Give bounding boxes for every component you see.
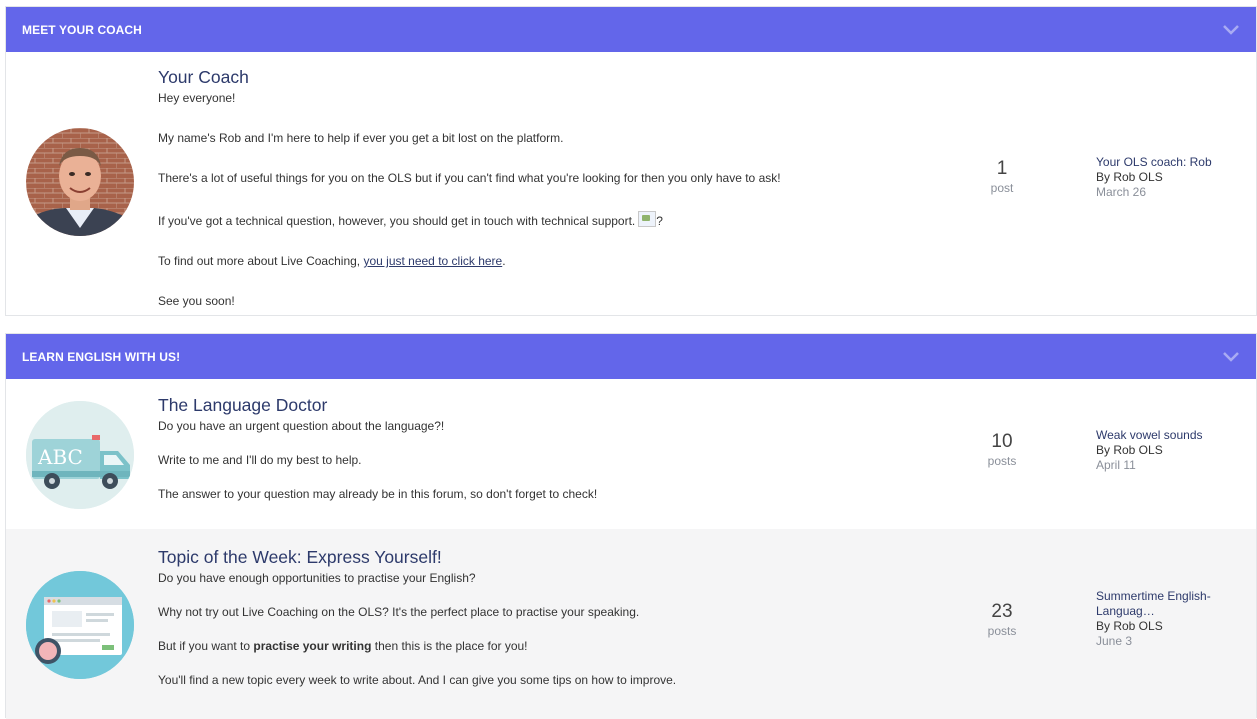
last-post-title-link[interactable]: Summertime English- Languag… bbox=[1096, 589, 1236, 619]
post-count-label: post bbox=[990, 181, 1014, 195]
forum-row-topic-of-week: Topic of the Week: Express Yourself! Do … bbox=[6, 529, 1256, 719]
post-count: 10 posts bbox=[956, 431, 1048, 469]
forum-title-link[interactable]: Topic of the Week: Express Yourself! bbox=[158, 547, 878, 567]
section-header-title: MEET YOUR COACH bbox=[22, 22, 142, 37]
abc-text: ABC bbox=[37, 445, 83, 469]
section-header[interactable]: MEET YOUR COACH bbox=[6, 7, 1256, 52]
desc-line: Do you have an urgent question about the… bbox=[158, 419, 445, 433]
last-post-author: By Rob OLS bbox=[1096, 170, 1163, 184]
section-learn-english: LEARN ENGLISH WITH US! ABC The Language … bbox=[5, 333, 1257, 719]
coach-avatar bbox=[26, 128, 134, 236]
last-post-author: By Rob OLS bbox=[1096, 443, 1163, 457]
desc-text: . bbox=[502, 254, 506, 268]
post-count-number: 23 bbox=[991, 601, 1013, 622]
post-count-number: 1 bbox=[996, 158, 1008, 179]
last-post-date: March 26 bbox=[1096, 185, 1147, 199]
desc-line: You'll find a new topic every week to wr… bbox=[158, 673, 677, 687]
post-count-label: posts bbox=[987, 454, 1017, 468]
forum-description: Hey everyone! My name's Rob and I'm here… bbox=[158, 91, 878, 308]
forum-body: Your Coach Hey everyone! My name's Rob a… bbox=[158, 67, 878, 308]
desc-text: To find out more about Live Coaching, bbox=[158, 254, 364, 268]
last-post-author: By Rob OLS bbox=[1096, 619, 1163, 633]
last-post-title-line: Summertime English- bbox=[1096, 589, 1211, 603]
forum-row-language-doctor: ABC The Language Doctor Do you have an u… bbox=[6, 379, 1256, 529]
section-header-title: LEARN ENGLISH WITH US! bbox=[22, 349, 181, 364]
post-count: 1 post bbox=[956, 158, 1048, 196]
forum-description: Do you have enough opportunities to prac… bbox=[158, 571, 878, 687]
last-post-title-link[interactable]: Your OLS coach: Rob bbox=[1096, 155, 1236, 170]
post-count-number: 10 bbox=[991, 431, 1013, 452]
section-meet-your-coach: MEET YOUR COACH Your Coach Hey everyone!… bbox=[5, 6, 1257, 316]
broken-image-icon bbox=[638, 211, 657, 227]
last-post: Weak vowel sounds By Rob OLS April 11 bbox=[1096, 428, 1236, 473]
forum-title-link[interactable]: The Language Doctor bbox=[158, 395, 878, 415]
desc-line: But if you want to practise your writing… bbox=[158, 639, 878, 653]
forum-row-your-coach: Your Coach Hey everyone! My name's Rob a… bbox=[6, 52, 1256, 315]
desc-line: Do you have enough opportunities to prac… bbox=[158, 571, 476, 585]
desc-line: There's a lot of useful things for you o… bbox=[158, 171, 781, 185]
desc-text: then this is the place for you! bbox=[371, 639, 528, 653]
desc-line: Why not try out Live Coaching on the OLS… bbox=[158, 605, 640, 619]
last-post-date: April 11 bbox=[1096, 458, 1136, 472]
last-post: Your OLS coach: Rob By Rob OLS March 26 bbox=[1096, 155, 1236, 200]
desc-text: If you've got a technical question, howe… bbox=[158, 214, 636, 228]
chevron-down-icon[interactable] bbox=[1222, 24, 1240, 36]
browser-magnifier-icon bbox=[26, 571, 134, 679]
post-count-label: posts bbox=[987, 624, 1017, 638]
forum-body: Topic of the Week: Express Yourself! Do … bbox=[158, 547, 878, 687]
desc-text: But if you want to bbox=[158, 639, 254, 653]
desc-text: ? bbox=[656, 214, 663, 228]
live-coaching-link[interactable]: you just need to click here bbox=[363, 254, 502, 268]
desc-line: See you soon! bbox=[158, 294, 235, 308]
last-post-title-line: Languag… bbox=[1096, 604, 1155, 618]
desc-line: Hey everyone! bbox=[158, 91, 236, 105]
section-header[interactable]: LEARN ENGLISH WITH US! bbox=[6, 334, 1256, 379]
forum-body: The Language Doctor Do you have an urgen… bbox=[158, 395, 878, 501]
last-post-date: June 3 bbox=[1096, 634, 1133, 648]
desc-line: My name's Rob and I'm here to help if ev… bbox=[158, 131, 564, 145]
last-post: Summertime English- Languag… By Rob OLS … bbox=[1096, 589, 1236, 649]
forum-title-link[interactable]: Your Coach bbox=[158, 67, 878, 87]
desc-line: Write to me and I'll do my best to help. bbox=[158, 453, 362, 467]
post-count: 23 posts bbox=[956, 601, 1048, 639]
last-post-title-link[interactable]: Weak vowel sounds bbox=[1096, 428, 1236, 443]
forum-index: MEET YOUR COACH Your Coach Hey everyone!… bbox=[0, 0, 1257, 719]
desc-bold: practise your writing bbox=[253, 639, 372, 653]
desc-line: If you've got a technical question, howe… bbox=[158, 211, 878, 228]
chevron-down-icon[interactable] bbox=[1222, 351, 1240, 363]
forum-description: Do you have an urgent question about the… bbox=[158, 419, 878, 501]
desc-line: The answer to your question may already … bbox=[158, 487, 598, 501]
desc-line: To find out more about Live Coaching, yo… bbox=[158, 254, 878, 268]
ambulance-icon: ABC bbox=[26, 401, 134, 509]
